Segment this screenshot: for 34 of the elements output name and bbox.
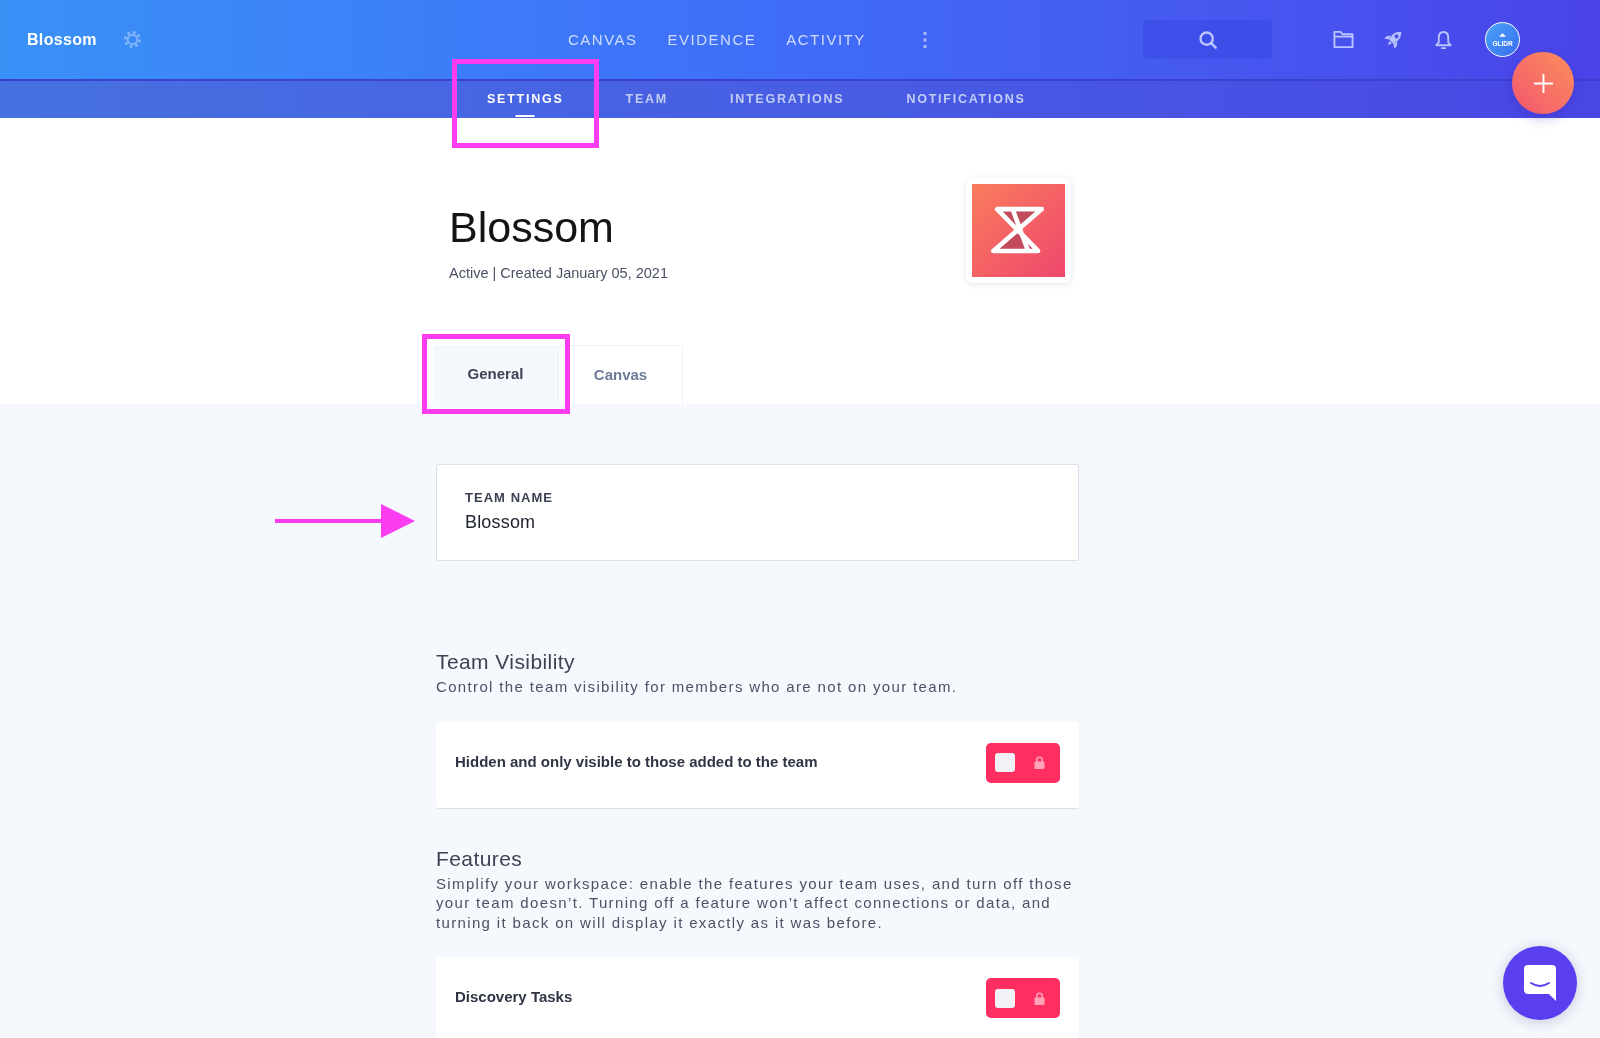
chat-button[interactable] [1503,946,1577,1020]
bell-icon[interactable] [1434,29,1453,50]
sub-nav-tab[interactable]: INTEGRATIONS [698,81,876,118]
brand-name[interactable]: Blossom [27,29,97,50]
more-icon[interactable] [923,31,927,48]
search-icon [1198,30,1217,49]
field-label: TEAM NAME [465,490,555,506]
toggle-switch[interactable] [986,742,1060,783]
sub-nav-tab[interactable]: NOTIFICATIONS [875,81,1057,118]
nav-link[interactable]: ACTIVITY [786,29,866,50]
chat-icon [1523,964,1557,1002]
section-title: Features [436,846,524,871]
nav-link[interactable]: CANVAS [568,29,638,50]
sub-nav-tab[interactable]: TEAM [594,81,699,118]
section-description: Control the team visibility for members who are not on your team. [436,677,959,697]
team-status: Active | Created January 05, 2021 [449,264,668,283]
tab[interactable]: Canvas [558,345,683,404]
toggle-knob [995,753,1015,772]
search-field[interactable] [1143,20,1272,59]
setting-label: Hidden and only visible to those added to the team [455,751,818,772]
triangle-icon [1499,32,1506,37]
folder-icon[interactable] [1333,30,1354,49]
plus-icon [1533,73,1553,93]
section-title: Team Visibility [436,650,576,674]
team-name-input[interactable]: Blossom [465,511,1025,533]
nav-link[interactable]: EVIDENCE [667,29,757,50]
sub-nav-tab[interactable]: SETTINGS [456,81,595,118]
tab[interactable]: General [433,345,558,404]
toggle-switch[interactable] [986,978,1060,1018]
section-description: Simplify your workspace: enable the features your team uses, and turn off those your team doesn’t. Turning off a feature won’t affect connections or data, and turning it back on will display it exactly as it was before. [436,873,1074,932]
setting-label: Discovery Tasks [455,987,573,1007]
toggle-knob [995,988,1015,1008]
page-title: Blossom [449,205,615,249]
rocket-icon[interactable] [1384,29,1404,50]
